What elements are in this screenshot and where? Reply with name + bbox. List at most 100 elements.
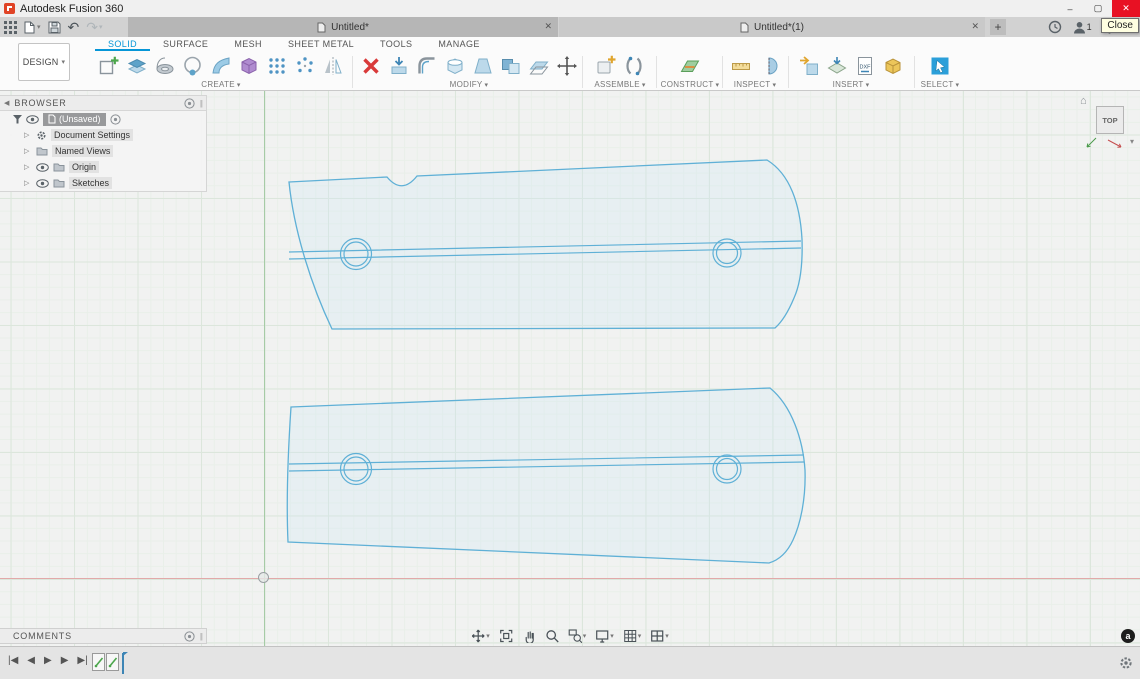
construct-dropdown[interactable]: CONSTRUCT▾ bbox=[660, 80, 720, 89]
panel-grip-icon[interactable]: || bbox=[200, 632, 202, 641]
pan-hand-button[interactable] bbox=[520, 628, 538, 644]
inspect-dropdown[interactable]: INSPECT▾ bbox=[726, 80, 784, 89]
file-menu-button[interactable]: ▾ bbox=[24, 21, 41, 34]
new-tab-button[interactable]: + bbox=[990, 19, 1006, 35]
expand-caret-icon[interactable]: ▷ bbox=[24, 147, 32, 155]
draft-icon[interactable] bbox=[470, 53, 496, 79]
fillet-icon[interactable] bbox=[414, 53, 440, 79]
eye-visibility-icon[interactable] bbox=[26, 115, 39, 124]
timeline-track[interactable] bbox=[92, 653, 124, 674]
joint-icon[interactable] bbox=[621, 53, 647, 79]
document-tab-untitled[interactable]: Untitled* ✕ bbox=[128, 17, 558, 37]
design-workspace-menu[interactable]: DESIGN ▾ bbox=[18, 43, 70, 81]
zoom-button[interactable] bbox=[543, 628, 561, 644]
browser-item-sketches[interactable]: ▷ Sketches bbox=[0, 175, 206, 191]
tab-sheet-metal[interactable]: SHEET METAL bbox=[275, 39, 367, 51]
measure-icon[interactable] bbox=[728, 53, 754, 79]
new-component-icon[interactable] bbox=[593, 53, 619, 79]
play-button[interactable]: ▶ bbox=[44, 655, 52, 666]
select-dropdown[interactable]: SELECT▾ bbox=[918, 80, 962, 89]
browser-item-named-views[interactable]: ▷ Named Views bbox=[0, 143, 206, 159]
viewports-button[interactable]: ▾ bbox=[648, 628, 671, 644]
home-view-icon[interactable]: ⌂ bbox=[1080, 95, 1087, 107]
timeline-position-marker[interactable] bbox=[122, 653, 124, 674]
select-icon[interactable] bbox=[927, 53, 953, 79]
sweep-icon[interactable] bbox=[180, 53, 206, 79]
panel-grip-icon[interactable]: || bbox=[200, 99, 202, 108]
chevron-down-icon[interactable]: ▾ bbox=[1130, 137, 1134, 146]
assemble-dropdown[interactable]: ASSEMBLE▾ bbox=[588, 80, 652, 89]
maximize-button[interactable]: ▢ bbox=[1084, 0, 1112, 17]
browser-item-origin[interactable]: ▷ Origin bbox=[0, 159, 206, 175]
step-forward-button[interactable]: ▶ bbox=[61, 655, 69, 666]
activate-radio-icon[interactable] bbox=[110, 114, 121, 125]
save-button[interactable] bbox=[48, 21, 61, 34]
shell-icon[interactable] bbox=[442, 53, 468, 79]
move-copy-icon[interactable] bbox=[554, 53, 580, 79]
timeline-settings-gear-icon[interactable] bbox=[1119, 656, 1133, 670]
grid-snaps-button[interactable]: ▾ bbox=[621, 628, 644, 644]
minimize-button[interactable]: – bbox=[1056, 0, 1084, 17]
display-settings-button[interactable]: ▾ bbox=[593, 628, 616, 644]
insert-dxf-icon[interactable]: DXF bbox=[852, 53, 878, 79]
revolve-icon[interactable] bbox=[152, 53, 178, 79]
pan-arrows-button[interactable]: ▾ bbox=[469, 628, 492, 644]
delete-icon[interactable] bbox=[358, 53, 384, 79]
browser-root-row[interactable]: (Unsaved) bbox=[0, 111, 206, 127]
insert-mesh-icon[interactable] bbox=[880, 53, 906, 79]
collapse-panel-icon[interactable]: ◀ bbox=[4, 99, 9, 107]
tab-tools[interactable]: TOOLS bbox=[367, 39, 425, 51]
viewcube-top-face[interactable]: TOP bbox=[1096, 106, 1124, 134]
section-analysis-icon[interactable] bbox=[756, 53, 782, 79]
circular-pattern-icon[interactable] bbox=[292, 53, 318, 79]
offset-face-icon[interactable] bbox=[526, 53, 552, 79]
modify-dropdown[interactable]: MODIFY▾ bbox=[356, 80, 582, 89]
undo-button[interactable]: ↶ bbox=[68, 20, 80, 34]
expand-caret-icon[interactable]: ▷ bbox=[24, 163, 32, 171]
target-circle-icon[interactable] bbox=[184, 98, 195, 109]
mirror-icon[interactable] bbox=[320, 53, 346, 79]
target-circle-icon[interactable] bbox=[184, 631, 195, 642]
tab-close-icon[interactable]: ✕ bbox=[544, 21, 552, 32]
zoom-window-button[interactable]: ▾ bbox=[566, 628, 589, 644]
insert-dropdown[interactable]: INSERT▾ bbox=[792, 80, 910, 89]
step-back-button[interactable]: ◀ bbox=[27, 655, 35, 666]
insert-derive-icon[interactable] bbox=[796, 53, 822, 79]
browser-item-document-settings[interactable]: ▷ Document Settings bbox=[0, 127, 206, 143]
expand-caret-icon[interactable]: ▷ bbox=[24, 179, 32, 187]
construction-plane-icon[interactable] bbox=[677, 53, 703, 79]
tab-solid[interactable]: SOLID bbox=[95, 39, 150, 51]
root-document[interactable]: (Unsaved) bbox=[43, 113, 106, 126]
viewport-canvas[interactable]: ◀ BROWSER || (Unsaved) ▷ Document Settin… bbox=[0, 91, 1140, 646]
loft-icon[interactable] bbox=[208, 53, 234, 79]
origin-point[interactable] bbox=[258, 572, 269, 583]
decal-icon[interactable] bbox=[824, 53, 850, 79]
tab-mesh[interactable]: MESH bbox=[221, 39, 275, 51]
filter-icon[interactable] bbox=[13, 115, 22, 124]
timeline-sketch-feature[interactable] bbox=[92, 653, 105, 671]
box-primitive-icon[interactable] bbox=[236, 53, 262, 79]
tab-close-icon[interactable]: ✕ bbox=[971, 21, 979, 32]
tab-surface[interactable]: SURFACE bbox=[150, 39, 221, 51]
document-tab-untitled-1[interactable]: Untitled*(1) ✕ bbox=[559, 17, 985, 37]
tab-manage[interactable]: MANAGE bbox=[425, 39, 492, 51]
profile-button[interactable]: 1 bbox=[1073, 21, 1092, 34]
apps-grid-icon[interactable] bbox=[4, 21, 17, 34]
go-to-start-button[interactable]: |◀ bbox=[8, 655, 18, 666]
close-button[interactable]: ✕ bbox=[1112, 0, 1140, 17]
combine-icon[interactable] bbox=[498, 53, 524, 79]
assistant-badge[interactable]: a bbox=[1121, 629, 1135, 643]
create-sketch-icon[interactable] bbox=[96, 53, 122, 79]
press-pull-icon[interactable] bbox=[386, 53, 412, 79]
redo-button[interactable]: ↷ ▾ bbox=[86, 20, 102, 34]
go-to-end-button[interactable]: ▶| bbox=[77, 655, 87, 666]
fit-view-button[interactable] bbox=[497, 628, 515, 644]
eye-visibility-icon[interactable] bbox=[36, 179, 49, 188]
expand-caret-icon[interactable]: ▷ bbox=[24, 131, 32, 139]
job-status-icon[interactable] bbox=[1048, 20, 1062, 34]
comments-panel[interactable]: COMMENTS || bbox=[0, 628, 207, 644]
timeline-sketch-feature[interactable] bbox=[106, 653, 119, 671]
create-dropdown[interactable]: CREATE▾ bbox=[90, 80, 352, 89]
eye-visibility-icon[interactable] bbox=[36, 163, 49, 172]
rectangular-pattern-icon[interactable] bbox=[264, 53, 290, 79]
